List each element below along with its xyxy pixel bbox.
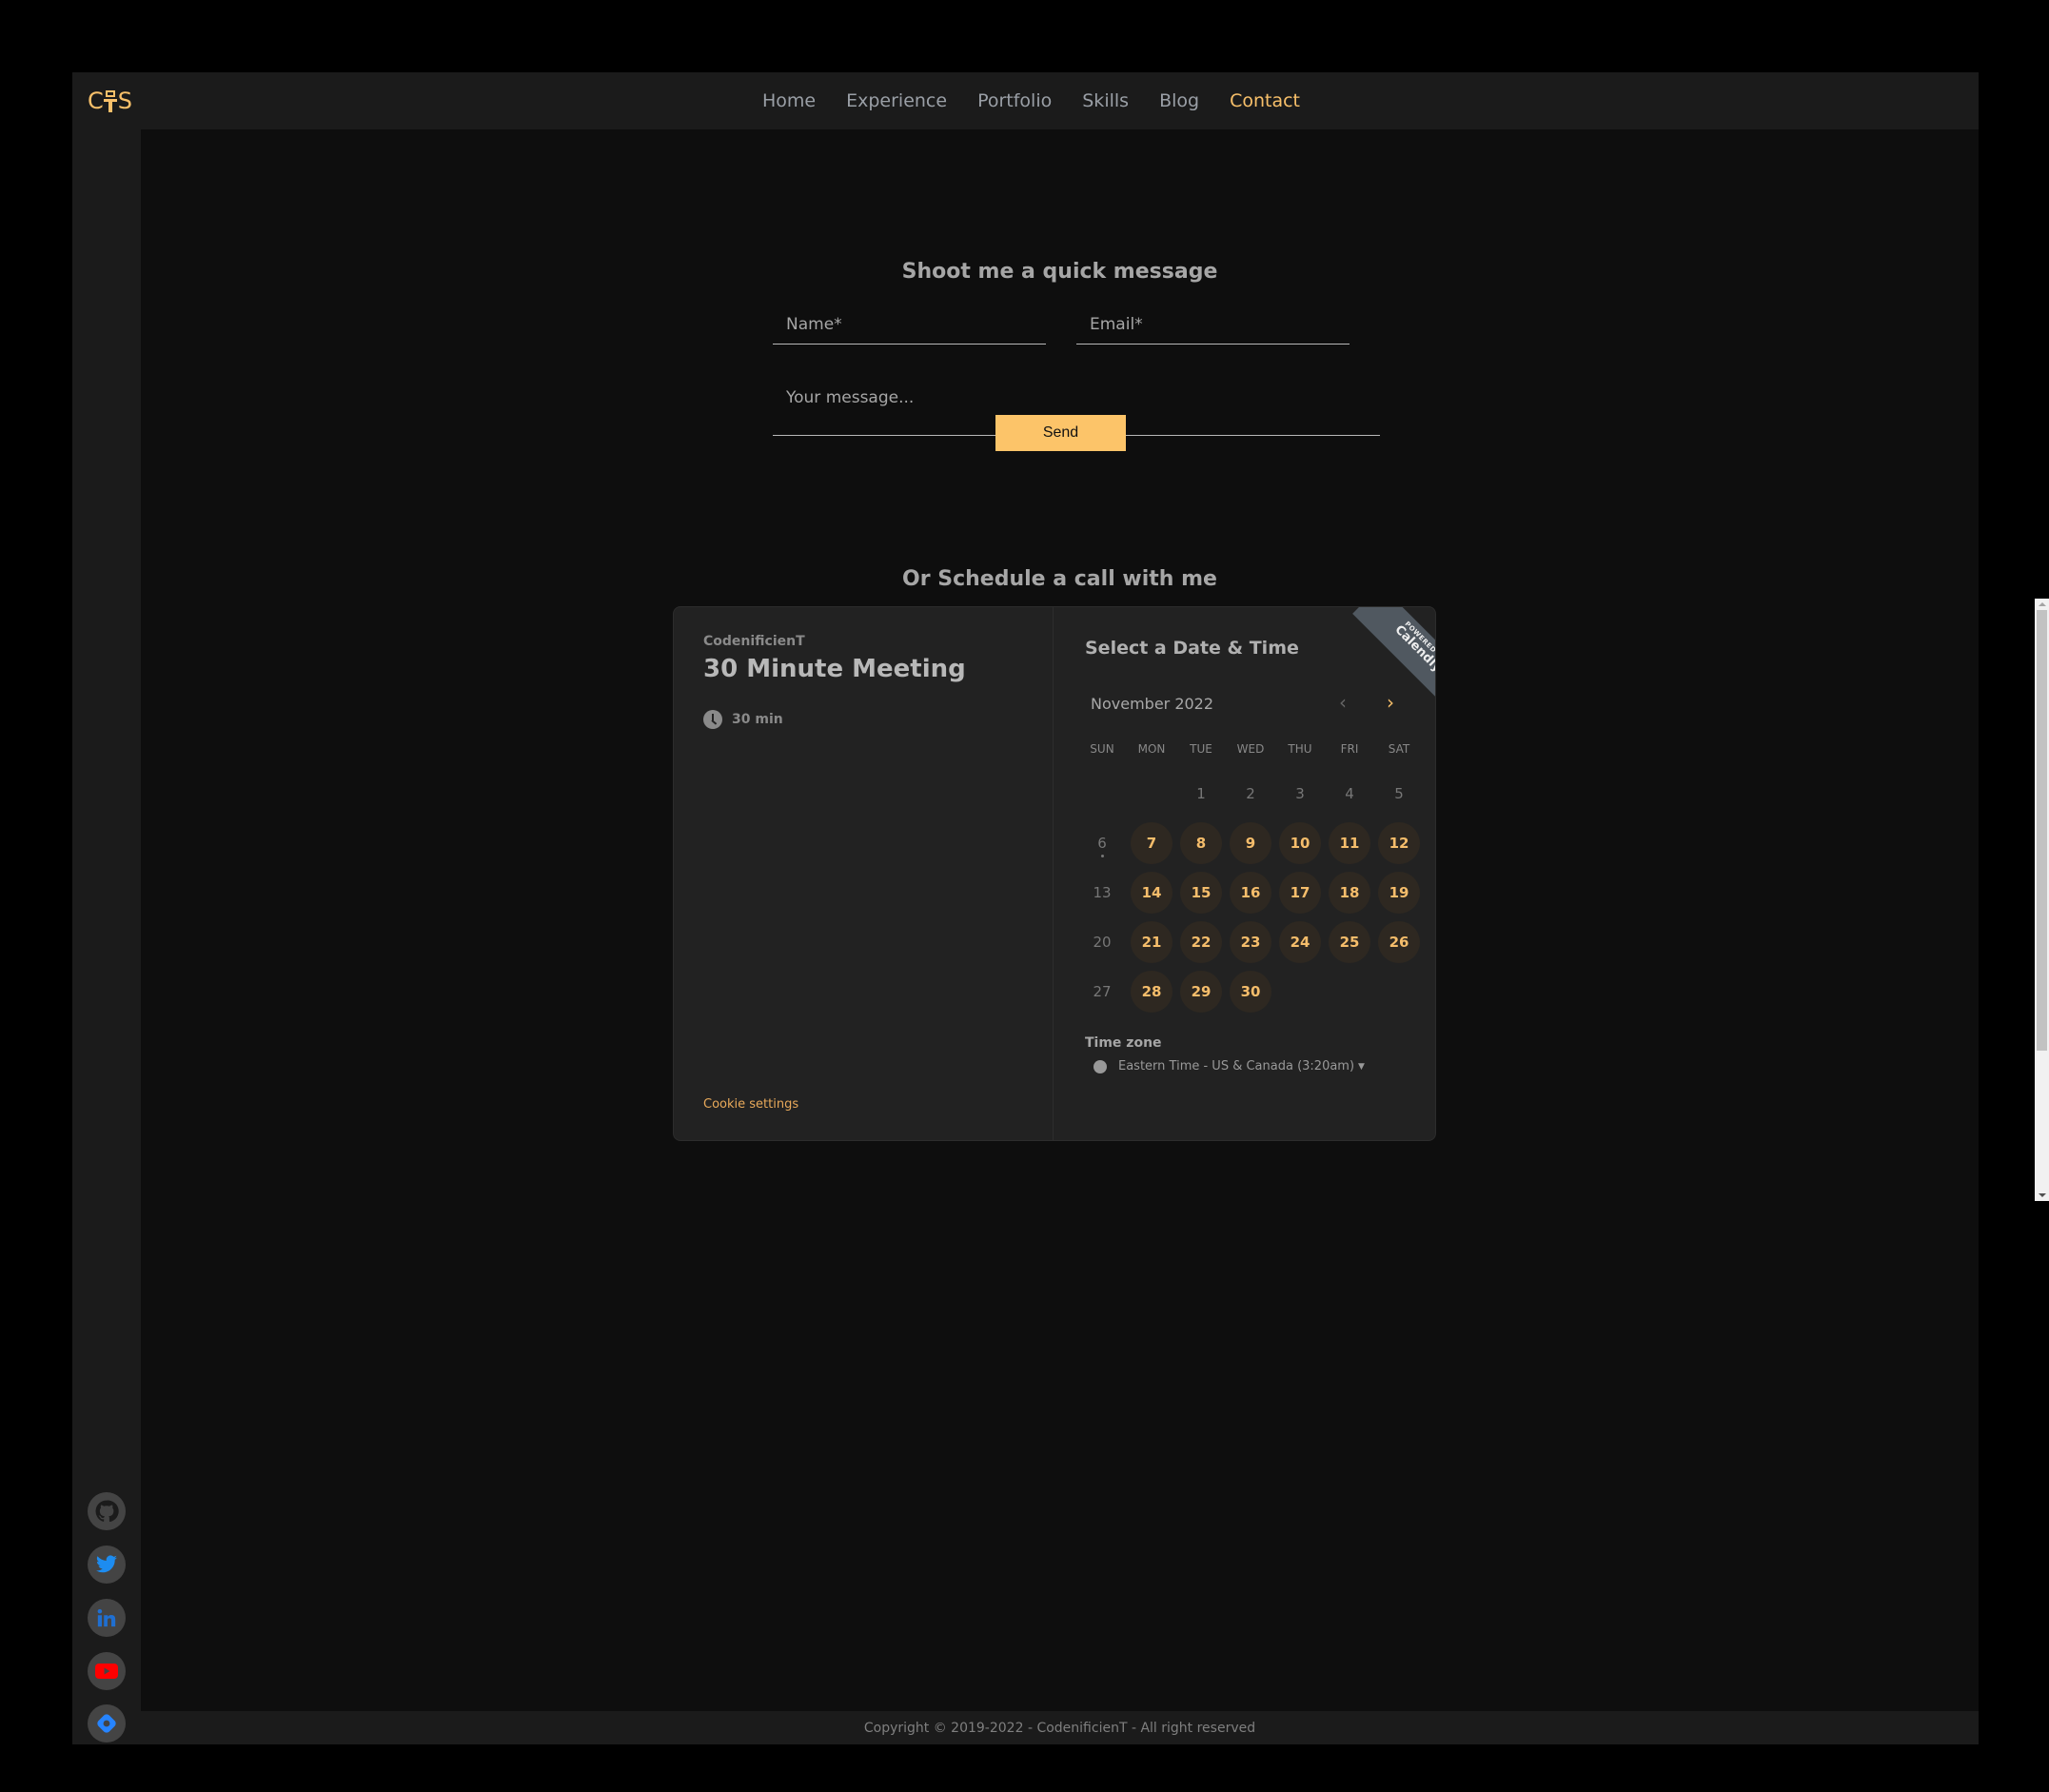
page-frame: C S Home Experience Portfolio Skills Blo… [72,72,2049,1744]
linkedin-icon [97,1608,116,1627]
month-label: November 2022 [1091,695,1214,713]
jira-link[interactable] [88,1704,126,1743]
clock-icon [703,710,722,729]
sidebar [72,129,141,1743]
copyright-text: Copyright © 2019-2022 - CodenificienT - … [863,1720,1256,1736]
available-day[interactable]: 21 [1131,921,1172,963]
available-day[interactable]: 18 [1329,872,1370,914]
available-day[interactable]: 10 [1279,822,1321,864]
name-field[interactable] [773,315,1059,345]
weekday-header: WED [1236,742,1265,756]
unavailable-day: 13 [1093,884,1112,901]
calendly-widget: CodenificienT 30 Minute Meeting 30 min C… [673,606,1436,1141]
nav-contact[interactable]: Contact [1230,90,1300,111]
event-details: CodenificienT 30 Minute Meeting 30 min C… [674,607,1054,1140]
email-field[interactable] [1076,315,1363,345]
cookie-settings-link[interactable]: Cookie settings [703,1097,798,1112]
unavailable-day: 2 [1246,785,1255,802]
unavailable-day: 1 [1196,785,1206,802]
weekday-header: FRI [1340,742,1359,756]
twitter-link[interactable] [88,1546,126,1584]
unavailable-day: 27 [1093,983,1112,1000]
available-day[interactable]: 7 [1131,822,1172,864]
weekday-headers: SUN MON TUE WED THU FRI SAT [1077,742,1424,756]
available-day[interactable]: 15 [1180,872,1222,914]
weekday-header: TUE [1190,742,1212,756]
unavailable-day: 5 [1394,785,1404,802]
iframe-scrollbar[interactable] [2035,599,2049,1201]
youtube-link[interactable] [88,1652,126,1690]
email-input[interactable] [1076,315,1363,334]
scrollbar-thumb[interactable] [2037,610,2047,1051]
unavailable-day: 3 [1295,785,1305,802]
weekday-header: MON [1137,742,1166,756]
organizer-name: CodenificienT [703,634,805,649]
event-duration: 30 min [703,710,783,729]
available-day[interactable]: 22 [1180,921,1222,963]
available-day[interactable]: 12 [1378,822,1420,864]
empty-cell [1077,769,1127,818]
available-day[interactable]: 16 [1230,872,1271,914]
timezone-label: Time zone [1085,1035,1162,1051]
available-day[interactable]: 8 [1180,822,1222,864]
linkedin-link[interactable] [88,1599,126,1637]
unavailable-day: 20 [1093,934,1112,951]
powered-by-calendly-ribbon[interactable]: POWERED BY Calendly [1332,607,1435,708]
nav-home[interactable]: Home [762,90,816,111]
github-icon [95,1500,119,1523]
globe-icon [1093,1059,1107,1073]
jira-icon [97,1714,116,1733]
available-day[interactable]: 29 [1180,971,1222,1013]
youtube-icon [95,1664,118,1679]
name-input[interactable] [773,315,1059,334]
scroll-up-arrow-icon[interactable] [2039,602,2046,606]
available-day[interactable]: 11 [1329,822,1370,864]
schedule-title: Or Schedule a call with me [902,567,1217,591]
unavailable-day: 6 [1081,822,1123,864]
caret-down-icon: ▼ [1358,1061,1365,1072]
timezone-select[interactable]: Eastern Time - US & Canada (3:20am) ▼ [1093,1059,1365,1073]
duration-text: 30 min [732,712,783,727]
weekday-header: SAT [1388,742,1410,756]
weekday-header: SUN [1090,742,1114,756]
timezone-value: Eastern Time - US & Canada (3:20am) [1118,1059,1355,1073]
scroll-down-arrow-icon[interactable] [2039,1193,2046,1197]
available-day[interactable]: 19 [1378,872,1420,914]
nav-blog[interactable]: Blog [1159,90,1199,111]
nav-portfolio[interactable]: Portfolio [977,90,1052,111]
nav-experience[interactable]: Experience [846,90,947,111]
unavailable-day: 4 [1345,785,1354,802]
main-nav: Home Experience Portfolio Skills Blog Co… [72,72,1979,129]
available-day[interactable]: 17 [1279,872,1321,914]
calendar-grid: 1 2 3 4 5 6 7 8 9 10 11 12 13 14 15 16 17 18 19 20 21 22 23 24 2… [1077,769,1424,1016]
event-title: 30 Minute Meeting [703,655,966,683]
message-input[interactable] [773,388,1393,413]
available-day[interactable]: 25 [1329,921,1370,963]
available-day[interactable]: 28 [1131,971,1172,1013]
available-day[interactable]: 9 [1230,822,1271,864]
weekday-header: THU [1288,742,1312,756]
github-link[interactable] [88,1492,126,1530]
send-button[interactable]: Send [995,415,1126,451]
main-content: Shoot me a quick message Send Or Schedul… [141,129,2049,1711]
available-day[interactable]: 14 [1131,872,1172,914]
twitter-icon [96,1555,117,1573]
available-day[interactable]: 26 [1378,921,1420,963]
empty-cell [1127,769,1176,818]
select-date-title: Select a Date & Time [1085,638,1299,659]
header: C S Home Experience Portfolio Skills Blo… [72,72,1979,129]
available-day[interactable]: 23 [1230,921,1271,963]
footer: Copyright © 2019-2022 - CodenificienT - … [141,1711,1979,1744]
nav-skills[interactable]: Skills [1082,90,1129,111]
available-day[interactable]: 24 [1279,921,1321,963]
form-title: Shoot me a quick message [901,260,1218,284]
available-day[interactable]: 30 [1230,971,1271,1013]
